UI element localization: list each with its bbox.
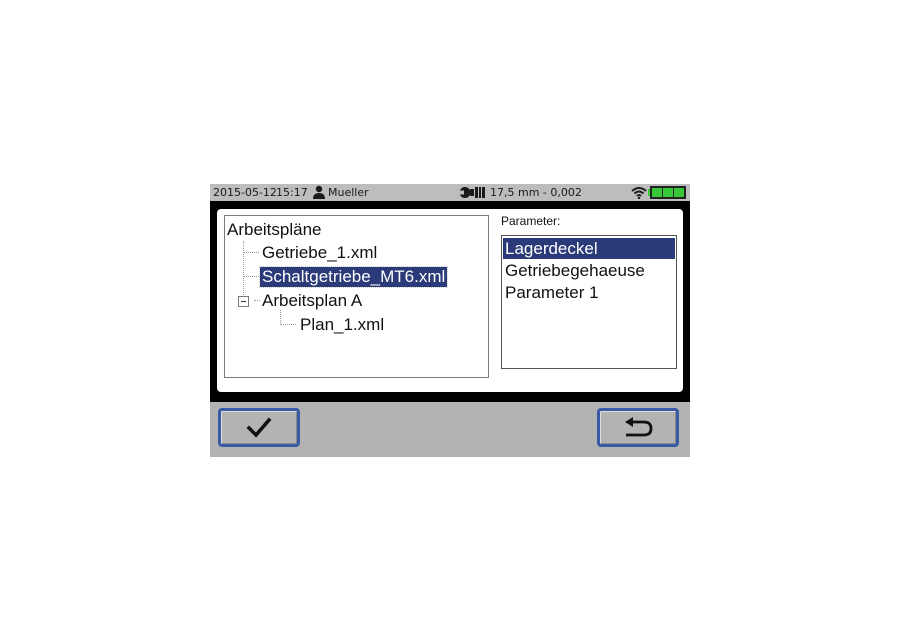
status-measurement: 17,5 mm - 0,002 xyxy=(490,186,582,199)
device-screen: 2015-05-12 15:17 Mueller 17,5 mm - 0,002 xyxy=(210,184,690,457)
tree-root[interactable]: Arbeitspläne xyxy=(227,220,322,240)
back-button[interactable] xyxy=(597,408,679,447)
tree-connector xyxy=(280,324,296,326)
tree-item-arbeitsplan-a[interactable]: Arbeitsplan A xyxy=(262,291,362,311)
tree-connector xyxy=(243,276,259,278)
tree-connector xyxy=(280,310,282,325)
status-date: 2015-05-12 xyxy=(213,186,277,199)
status-user: Mueller xyxy=(328,186,369,199)
checkmark-icon xyxy=(246,417,272,438)
tree-connector xyxy=(243,252,259,254)
status-time: 15:17 xyxy=(276,186,308,199)
parameter-item-parameter-1[interactable]: Parameter 1 xyxy=(503,282,675,303)
bottom-bar xyxy=(210,402,690,457)
battery-icon xyxy=(648,186,686,199)
main-panel: Arbeitspläne Getriebe_1.xml Schaltgetrie… xyxy=(217,209,683,392)
tree-view[interactable]: Arbeitspläne Getriebe_1.xml Schaltgetrie… xyxy=(224,215,489,378)
status-bar: 2015-05-12 15:17 Mueller 17,5 mm - 0,002 xyxy=(210,184,690,201)
tool-icon xyxy=(459,187,485,198)
tree-connector xyxy=(254,300,260,302)
parameter-label: Parameter: xyxy=(501,214,561,228)
tree-item-getriebe[interactable]: Getriebe_1.xml xyxy=(262,243,377,263)
confirm-button[interactable] xyxy=(218,408,300,447)
parameter-item-getriebegehaeuse[interactable]: Getriebegehaeuse xyxy=(503,260,675,281)
tree-item-plan-1[interactable]: Plan_1.xml xyxy=(300,315,384,335)
tree-item-schaltgetriebe[interactable]: Schaltgetriebe_MT6.xml xyxy=(258,266,449,288)
user-icon xyxy=(313,185,325,199)
parameter-item-lagerdeckel[interactable]: Lagerdeckel xyxy=(503,238,675,259)
collapse-icon[interactable] xyxy=(238,296,249,307)
back-arrow-icon xyxy=(625,416,653,436)
wifi-icon xyxy=(631,187,647,199)
parameter-list[interactable]: Lagerdeckel Getriebegehaeuse Parameter 1 xyxy=(501,235,677,369)
